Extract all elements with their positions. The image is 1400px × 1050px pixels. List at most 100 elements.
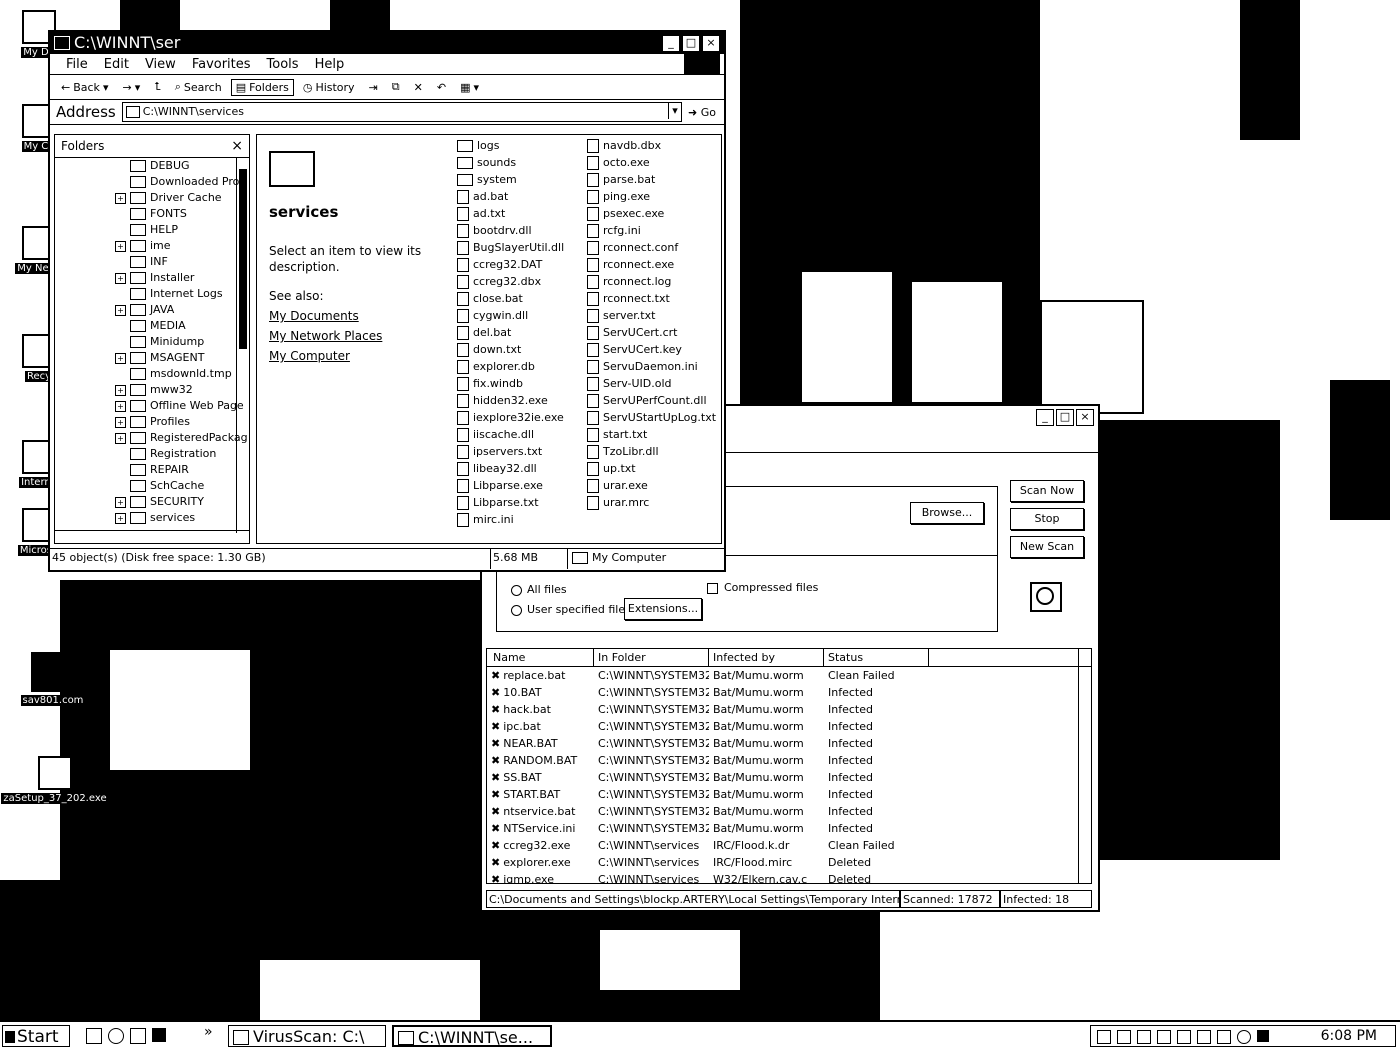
file-item[interactable]: ServUCert.key (587, 341, 716, 358)
link-my-computer[interactable]: My Computer (269, 349, 350, 363)
file-item[interactable]: start.txt (587, 426, 716, 443)
tree-item[interactable]: Minidump (115, 334, 249, 350)
tree-item[interactable]: Internet Logs (115, 286, 249, 302)
tree-item[interactable]: + Offline Web Page (115, 398, 249, 414)
chevron-down-icon[interactable]: ▾ (668, 103, 681, 119)
file-item[interactable]: logs (457, 137, 564, 154)
expand-icon[interactable]: + (115, 432, 126, 444)
start-button[interactable]: Start (2, 1025, 70, 1047)
search-tray-icon[interactable] (1237, 1030, 1251, 1044)
column-in-folder[interactable]: In Folder (594, 649, 709, 666)
file-item[interactable]: ipservers.txt (457, 443, 564, 460)
file-item[interactable]: rconnect.log (587, 273, 716, 290)
explorer-titlebar[interactable]: C:\WINNT\ser _ □ × (50, 32, 724, 54)
file-item[interactable]: urar.mrc (587, 494, 716, 511)
file-item[interactable]: Libparse.txt (457, 494, 564, 511)
file-item[interactable]: libeay32.dll (457, 460, 564, 477)
shield-tray-icon[interactable] (1217, 1030, 1231, 1044)
minimize-icon[interactable]: _ (1036, 409, 1054, 426)
result-row[interactable]: ✖ hack.bat C:\WINNT\SYSTEM32 Bat/Mumu.worm I… (487, 701, 1091, 718)
extensions-button[interactable]: Extensions... (624, 598, 702, 620)
file-item[interactable]: rconnect.txt (587, 290, 716, 307)
result-row[interactable]: ✖ NEAR.BAT C:\WINNT\SYSTEM32 Bat/Mumu.worm I… (487, 735, 1091, 752)
column-name[interactable]: Name (487, 649, 594, 666)
file-item[interactable]: psexec.exe (587, 205, 716, 222)
connection-tray-icon[interactable] (1157, 1030, 1171, 1044)
menu-tools[interactable]: Tools (259, 57, 307, 72)
forward-button[interactable]: → ▾ (117, 79, 145, 96)
new-scan-button[interactable]: New Scan (1010, 536, 1084, 558)
file-item[interactable]: ServUCert.crt (587, 324, 716, 341)
address-input[interactable]: C:\WINNT\services ▾ (121, 102, 683, 122)
file-item[interactable]: up.txt (587, 460, 716, 477)
close-icon[interactable]: × (702, 35, 720, 52)
file-item[interactable]: rconnect.exe (587, 256, 716, 273)
expand-icon[interactable]: + (115, 416, 126, 428)
file-item[interactable]: server.txt (587, 307, 716, 324)
copy-to-button[interactable]: ⧉ (387, 78, 405, 96)
file-item[interactable]: ServUPerfCount.dll (587, 392, 716, 409)
volume-tray-icon[interactable] (1117, 1030, 1131, 1044)
printer-tray-icon[interactable] (1177, 1030, 1191, 1044)
file-item[interactable]: ccreg32.DAT (457, 256, 564, 273)
ie-icon[interactable] (108, 1028, 124, 1044)
file-item[interactable]: fix.windb (457, 375, 564, 392)
file-item[interactable]: BugSlayerUtil.dll (457, 239, 564, 256)
result-row[interactable]: ✖ explorer.exe C:\WINNT\services IRC/Flood.… (487, 854, 1091, 871)
tree-item[interactable]: + JAVA (115, 302, 249, 318)
desktop-icon-zasetup[interactable]: zaSetup_37_202.exe (0, 756, 110, 804)
file-item[interactable]: bootdrv.dll (457, 222, 564, 239)
expand-icon[interactable]: + (115, 496, 126, 508)
expand-icon[interactable]: + (115, 272, 126, 284)
back-button[interactable]: ← Back ▾ (56, 79, 113, 96)
menu-help[interactable]: Help (307, 57, 353, 72)
up-button[interactable]: ⮤ (149, 78, 166, 96)
tree-item[interactable]: INF (115, 254, 249, 270)
file-item[interactable]: mirc.ini (457, 511, 564, 528)
firewall-tray-icon[interactable] (1257, 1030, 1269, 1042)
views-button[interactable]: ▦ ▾ (455, 79, 484, 96)
folders-button[interactable]: ▤ Folders (230, 78, 294, 96)
minimize-icon[interactable]: _ (662, 35, 680, 52)
expand-icon[interactable]: + (115, 400, 126, 412)
result-row[interactable]: ✖ ccreg32.exe C:\WINNT\services IRC/Flood.k… (487, 837, 1091, 854)
tree-item[interactable]: + Installer (115, 270, 249, 286)
tree-item[interactable]: + Driver Cache (115, 190, 249, 206)
column-status[interactable]: Status (824, 649, 929, 666)
file-item[interactable]: TzoLibr.dll (587, 443, 716, 460)
result-row[interactable]: ✖ ipc.bat C:\WINNT\SYSTEM32 Bat/Mumu.worm In… (487, 718, 1091, 735)
file-item[interactable]: down.txt (457, 341, 564, 358)
tree-item[interactable]: + MSAGENT (115, 350, 249, 366)
desktop-icon-sav801[interactable]: sav801.com (14, 652, 92, 706)
tree-item[interactable]: + Profiles (115, 414, 249, 430)
menu-view[interactable]: View (137, 57, 184, 72)
file-item[interactable]: sounds (457, 154, 564, 171)
clock[interactable]: 6:08 PM (1321, 1026, 1377, 1046)
tree-item[interactable]: HELP (115, 222, 249, 238)
link-my-documents[interactable]: My Documents (269, 309, 359, 323)
file-item[interactable]: ServUStartUpLog.txt (587, 409, 716, 426)
link-my-network-places[interactable]: My Network Places (269, 329, 382, 343)
tree-hscrollbar[interactable] (55, 530, 249, 543)
result-row[interactable]: ✖ ntservice.bat C:\WINNT\SYSTEM32 Bat/Mumu.… (487, 803, 1091, 820)
compressed-files-checkbox[interactable]: Compressed files (707, 581, 818, 594)
go-button[interactable]: ➜ Go (688, 106, 724, 119)
monitor-tray-icon[interactable] (1137, 1030, 1151, 1044)
file-item[interactable]: rconnect.conf (587, 239, 716, 256)
close-icon[interactable]: × (231, 135, 243, 157)
result-row[interactable]: ✖ SS.BAT C:\WINNT\SYSTEM32 Bat/Mumu.worm Inf… (487, 769, 1091, 786)
task-explorer[interactable]: C:\WINNT\se... (392, 1025, 552, 1047)
move-to-button[interactable]: ⇥ (364, 79, 383, 96)
media-icon[interactable] (152, 1028, 166, 1042)
tree-item[interactable]: Registration (115, 446, 249, 462)
file-item[interactable]: ad.txt (457, 205, 564, 222)
results-list[interactable]: Name In Folder Infected by Status ✖ repla… (486, 648, 1092, 884)
file-item[interactable]: hidden32.exe (457, 392, 564, 409)
column-infected-by[interactable]: Infected by (709, 649, 824, 666)
search-button[interactable]: ⌕ Search (170, 78, 227, 96)
file-item[interactable]: close.bat (457, 290, 564, 307)
tree-item[interactable]: DEBUG (115, 158, 249, 174)
folder-tree[interactable]: DEBUG Downloaded Prog + Driver Cache FONTS HE… (55, 158, 249, 526)
menu-edit[interactable]: Edit (96, 57, 137, 72)
file-item[interactable]: octo.exe (587, 154, 716, 171)
